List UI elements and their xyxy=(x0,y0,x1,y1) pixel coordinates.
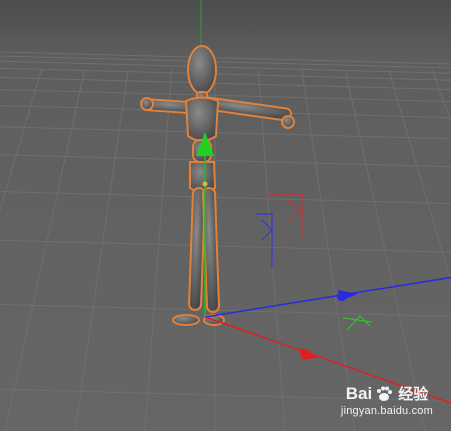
mannequin-figure[interactable] xyxy=(140,45,295,326)
move-gizmo[interactable] xyxy=(196,132,451,404)
x-axis-knob[interactable] xyxy=(300,349,310,359)
viewport-scene xyxy=(0,0,451,431)
baidu-jingyan-watermark: Bai 经验 jingyan.baidu.com xyxy=(340,383,433,418)
grid-line xyxy=(0,191,451,205)
mannequin-left-hand[interactable] xyxy=(140,97,154,111)
watermark-chinese-text: 经验 xyxy=(398,386,429,403)
mannequin-chest[interactable] xyxy=(184,96,220,142)
grid-line xyxy=(4,69,86,431)
gizmo-pivot[interactable] xyxy=(202,181,208,187)
watermark-brand: Bai xyxy=(345,383,373,403)
scene-axis-markers xyxy=(256,193,373,331)
grid-line xyxy=(0,69,42,213)
grid-line xyxy=(0,126,451,140)
3d-viewport[interactable]: Bai 经验 jingyan.baidu.com xyxy=(0,0,451,431)
grid-line xyxy=(144,69,173,431)
mannequin-head[interactable] xyxy=(187,45,217,95)
mannequin-left-foot[interactable] xyxy=(172,314,200,326)
grid-line xyxy=(0,67,451,81)
grid-line xyxy=(0,154,451,168)
grid-line xyxy=(388,69,451,284)
grid-line xyxy=(301,69,356,431)
paw-icon xyxy=(377,386,393,401)
grid-line xyxy=(0,60,451,74)
mannequin-right-hand[interactable] xyxy=(281,115,295,129)
grid-line xyxy=(0,76,451,90)
grid-line xyxy=(74,69,129,431)
z-axis-knob[interactable] xyxy=(337,291,347,301)
grid-line xyxy=(0,303,451,317)
watermark-url: jingyan.baidu.com xyxy=(340,405,433,417)
